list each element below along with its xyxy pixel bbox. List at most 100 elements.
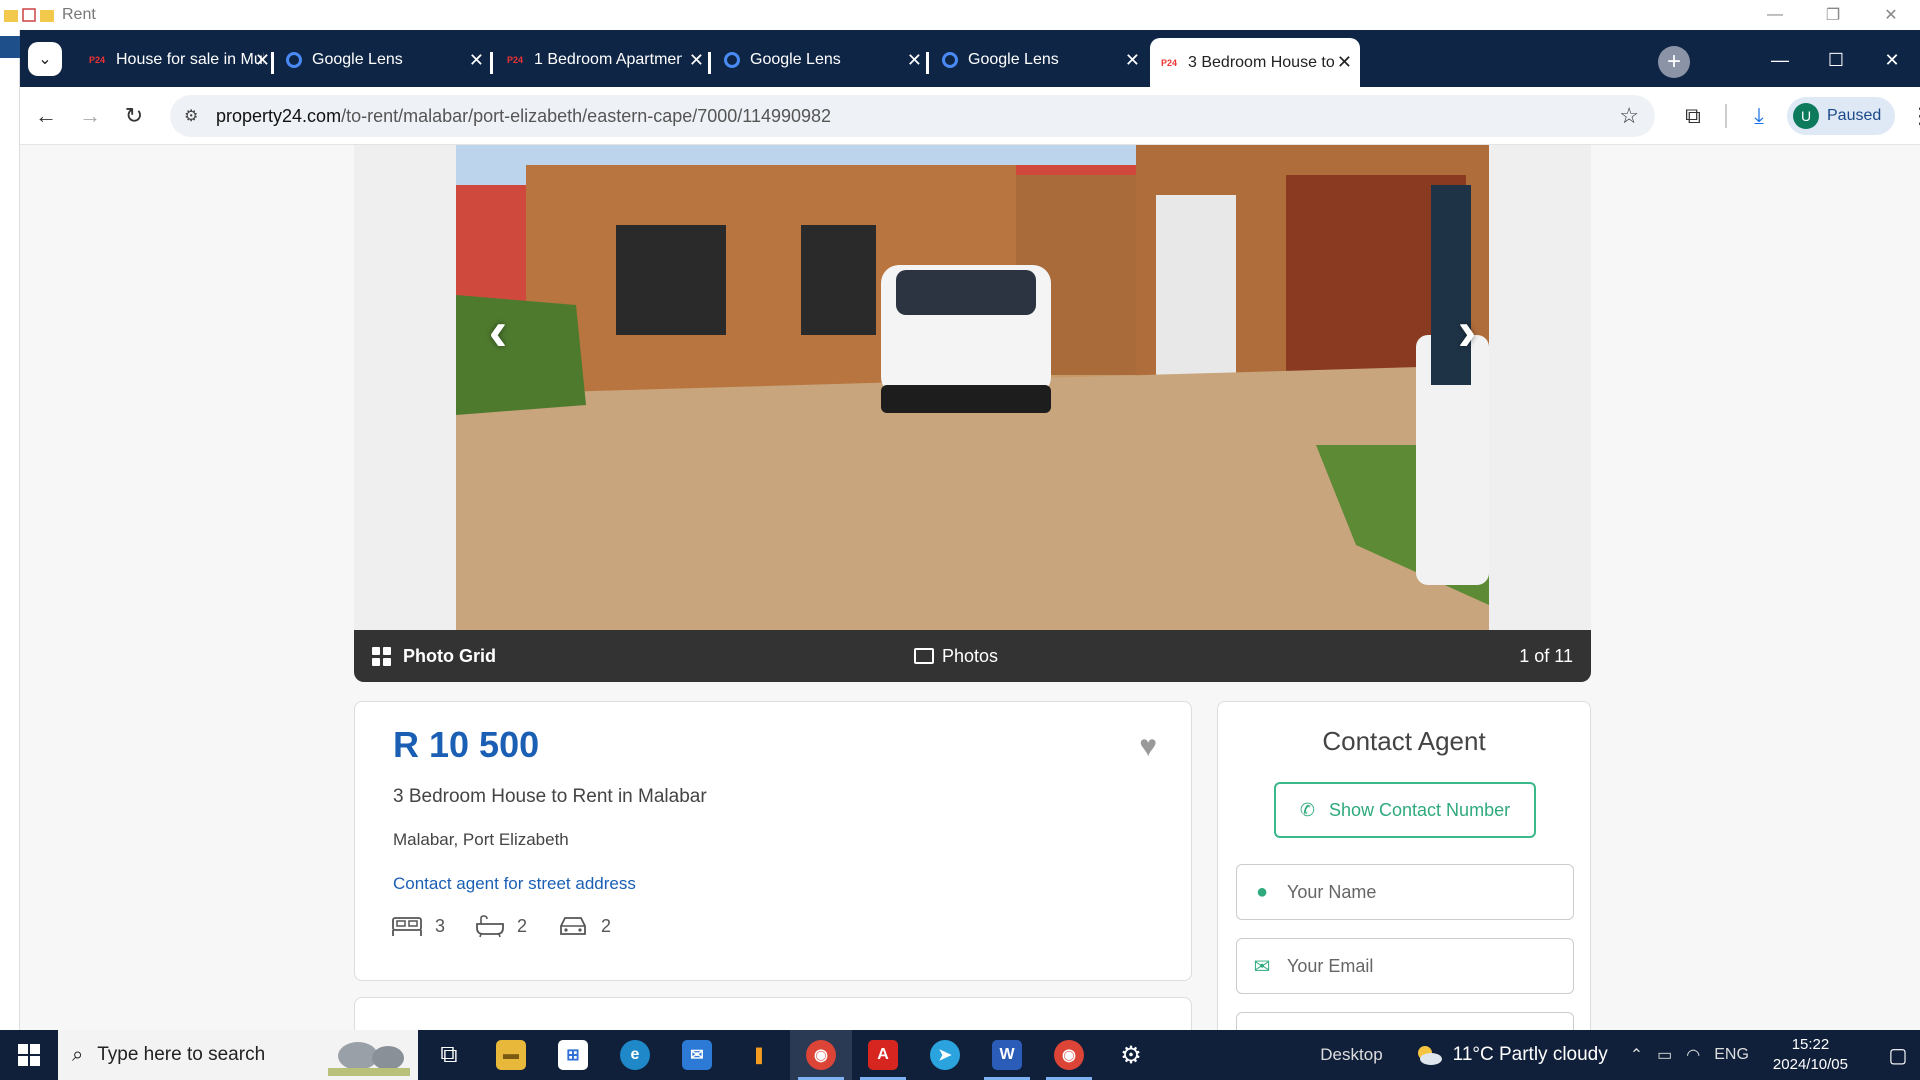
google-lens-icon [724, 52, 740, 68]
name-field[interactable]: ● Your Name [1236, 864, 1574, 920]
favourite-heart-icon[interactable]: ♥ [1139, 730, 1157, 764]
desktop-toolbar-label[interactable]: Desktop [1320, 1045, 1382, 1065]
weather-widget[interactable]: 11°C Partly cloudy [1413, 1043, 1608, 1067]
image-icon [914, 648, 934, 664]
tab-google-lens-2[interactable]: Google Lens ✕ [720, 40, 930, 80]
contact-agent-title: Contact Agent [1322, 726, 1486, 756]
notification-icon[interactable]: ▢ [1876, 1043, 1920, 1068]
photos-button[interactable]: Photos [914, 646, 998, 667]
windows-taskbar: ⌕ Type here to search ⧉ ▬ ⊞ e ✉ ❚ ◉ A ➤ … [0, 1030, 1920, 1080]
explorer-restore-button[interactable]: ❐ [1804, 0, 1862, 30]
listing-title: 3 Bedroom House to Rent in Malabar [393, 786, 707, 807]
chrome-taskbar-icon[interactable]: ◉ [790, 1030, 852, 1080]
new-tab-button[interactable]: + [1658, 46, 1690, 78]
battery-icon[interactable]: ▭ [1657, 1045, 1672, 1065]
chrome-profile-icon[interactable]: ◉ [1038, 1030, 1100, 1080]
car-icon [560, 917, 586, 935]
explorer-close-button[interactable]: ✕ [1862, 0, 1920, 30]
close-icon[interactable]: ✕ [907, 50, 922, 71]
email-field[interactable]: ✉ Your Email [1236, 938, 1574, 994]
show-hidden-icons-chevron-icon[interactable]: ⌃ [1630, 1045, 1643, 1065]
explorer-minimize-button[interactable]: — [1746, 0, 1804, 30]
listing-price: R 10 500 [393, 724, 540, 765]
language-indicator[interactable]: ENG [1714, 1046, 1749, 1064]
close-window-button[interactable]: ✕ [1864, 40, 1920, 80]
microsoft-store-icon[interactable]: ⊞ [542, 1030, 604, 1080]
settings-gear-icon[interactable]: ⚙ [1100, 1030, 1162, 1080]
street-address-link[interactable]: Contact agent for street address [393, 874, 636, 894]
listing-photo[interactable] [456, 145, 1489, 630]
background-window-edge [0, 30, 20, 1030]
close-icon[interactable]: ✕ [255, 50, 270, 71]
profile-button[interactable]: U Paused [1787, 97, 1896, 135]
browser-toolbar: ← → ↻ ⚙ property24.com/to-rent/malabar/p… [20, 87, 1920, 145]
show-contact-number-button[interactable]: ✆ Show Contact Number [1274, 782, 1536, 838]
search-icon: ⌕ [72, 1043, 84, 1066]
property24-favicon-icon: P24 [1160, 57, 1177, 68]
phone-icon: ✆ [1299, 799, 1315, 820]
word-icon[interactable]: W [976, 1030, 1038, 1080]
clock[interactable]: 15:22 2024/10/05 [1773, 1035, 1848, 1075]
url-text[interactable]: property24.com/to-rent/malabar/port-eliz… [216, 106, 831, 127]
next-photo-button[interactable]: › [1447, 299, 1487, 362]
task-view-icon[interactable]: ⧉ [418, 1030, 480, 1080]
extensions-puzzle-icon[interactable]: ⧉ [1675, 103, 1711, 129]
phone-field[interactable] [1236, 1012, 1574, 1030]
edge-icon[interactable]: e [604, 1030, 666, 1080]
page-viewport: ‹ › Photo Grid Photos 1 of 11 R 10 500 ♥… [20, 145, 1920, 1030]
listing-features: 3 2 2 [391, 914, 641, 938]
site-settings-icon[interactable]: ⚙ [184, 106, 206, 126]
tab-house-for-sale[interactable]: P24 House for sale in Multiple S ✕ [68, 40, 278, 80]
mail-icon[interactable]: ✉ [666, 1030, 728, 1080]
bathrooms-feature: 2 [475, 914, 527, 938]
app-pin-icon[interactable]: ❚ [728, 1030, 790, 1080]
grid-icon [372, 646, 391, 666]
clock-date: 2024/10/05 [1772, 1056, 1848, 1073]
listing-location: Malabar, Port Elizabeth [393, 830, 569, 849]
acrobat-icon[interactable]: A [852, 1030, 914, 1080]
file-explorer-icon[interactable]: ▬ [480, 1030, 542, 1080]
close-icon[interactable]: ✕ [1337, 52, 1352, 73]
browser-window: ⌄ P24 House for sale in Multiple S ✕ Goo… [20, 30, 1920, 1030]
download-icon[interactable]: ⤓ [1741, 103, 1777, 129]
checklist-icon [22, 8, 36, 22]
address-bar[interactable]: ⚙ property24.com/to-rent/malabar/port-el… [170, 95, 1655, 137]
user-icon: ● [1255, 880, 1269, 903]
bath-icon [476, 915, 504, 938]
clock-time: 15:22 [1791, 1036, 1830, 1053]
google-lens-icon [942, 52, 958, 68]
photo-grid-button[interactable]: Photo Grid [372, 646, 496, 667]
previous-photo-button[interactable]: ‹ [478, 299, 518, 362]
photo-gallery: ‹ › Photo Grid Photos 1 of 11 [354, 145, 1591, 682]
tab-google-lens-3[interactable]: Google Lens ✕ [938, 40, 1148, 80]
listing-details-card [354, 997, 1192, 1030]
maximize-button[interactable]: ☐ [1808, 40, 1864, 80]
explorer-title-bar: Rent — ❐ ✕ [0, 0, 1920, 30]
minimize-button[interactable]: — [1752, 40, 1808, 80]
folder-icon [4, 10, 18, 22]
gallery-toolbar: Photo Grid Photos 1 of 11 [354, 630, 1591, 682]
taskbar-search[interactable]: ⌕ Type here to search [58, 1030, 418, 1080]
tab-3-bedroom-house[interactable]: P24 3 Bedroom House to rent i ✕ [1150, 38, 1360, 87]
back-arrow-icon[interactable]: ← [28, 98, 64, 134]
telegram-icon[interactable]: ➤ [914, 1030, 976, 1080]
wifi-icon[interactable]: ◠ [1686, 1045, 1700, 1065]
reload-icon[interactable]: ↻ [116, 98, 152, 134]
partly-cloudy-icon [1417, 1046, 1442, 1065]
close-icon[interactable]: ✕ [1125, 50, 1140, 71]
start-button[interactable] [0, 1030, 58, 1080]
tab-search-button[interactable]: ⌄ [28, 41, 62, 76]
menu-kebab-icon[interactable]: ⋮ [1909, 103, 1920, 129]
close-icon[interactable]: ✕ [469, 50, 484, 71]
avatar: U [1793, 103, 1819, 129]
sync-status: Paused [1827, 107, 1882, 124]
close-icon[interactable]: ✕ [689, 50, 704, 71]
forward-arrow-icon[interactable]: → [72, 98, 108, 134]
elephant-doodle-icon [328, 1042, 410, 1076]
explorer-title: Rent [62, 6, 96, 23]
tab-google-lens-1[interactable]: Google Lens ✕ [282, 40, 492, 80]
bed-icon [392, 917, 422, 936]
bookmark-star-icon[interactable]: ☆ [1619, 103, 1639, 129]
tab-1-bedroom-apartment[interactable]: P24 1 Bedroom Apartment / fla ✕ [502, 40, 712, 80]
photo-counter: 1 of 11 [1519, 645, 1573, 666]
